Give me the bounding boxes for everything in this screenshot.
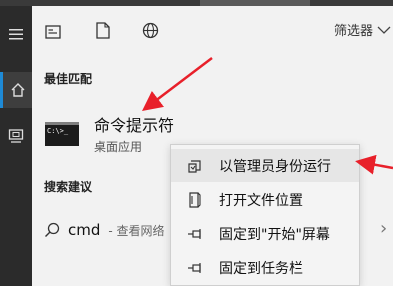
chevron-right-icon[interactable]: › [380, 218, 387, 239]
result-subtitle: 桌面应用 [94, 140, 143, 154]
filter-dropdown[interactable]: 筛选器 [334, 20, 391, 39]
menu-open-file-location[interactable]: 打开文件位置 [171, 183, 359, 216]
chevron-down-icon [377, 26, 391, 34]
pin-icon [181, 262, 209, 274]
menu-pin-to-start[interactable]: 固定到"开始"屏幕 [171, 217, 359, 250]
result-title: 命令提示符 [94, 116, 175, 135]
menu-run-as-admin[interactable]: 以管理员身份运行 [171, 149, 359, 182]
command-prompt-icon: C:\>_ [45, 122, 79, 146]
cmd-icon-text: C:\>_ [47, 127, 69, 135]
suggestion-item[interactable]: cmd - 查看网络 [44, 218, 165, 242]
all-results-icon[interactable] [45, 24, 61, 43]
pin-icon [181, 228, 209, 240]
filter-label: 筛选器 [333, 24, 373, 39]
menu-item-label: 以管理员身份运行 [219, 158, 331, 175]
home-icon[interactable] [0, 72, 32, 108]
best-match-heading: 最佳匹配 [44, 72, 93, 86]
menu-item-label: 固定到任务栏 [219, 260, 303, 277]
left-rail [0, 6, 32, 286]
search-suggestions-heading: 搜索建议 [44, 180, 93, 194]
menu-pin-to-taskbar[interactable]: 固定到任务栏 [171, 251, 359, 284]
context-menu: 以管理员身份运行 打开文件位置 固定到"开始"屏幕 固定到任务栏 [170, 144, 360, 286]
menu-item-label: 打开文件位置 [219, 192, 303, 209]
open-file-location-icon [181, 191, 209, 208]
web-filter-icon[interactable] [142, 22, 159, 43]
suggestion-query: cmd [68, 221, 101, 239]
menu-item-label: 固定到"开始"屏幕 [219, 226, 330, 243]
suggestion-hint: - 查看网络 [108, 223, 165, 238]
run-as-admin-icon [181, 158, 209, 174]
documents-icon[interactable] [0, 118, 32, 154]
documents-filter-icon[interactable] [96, 22, 110, 43]
menu-icon[interactable] [0, 16, 32, 52]
search-icon [45, 222, 60, 237]
